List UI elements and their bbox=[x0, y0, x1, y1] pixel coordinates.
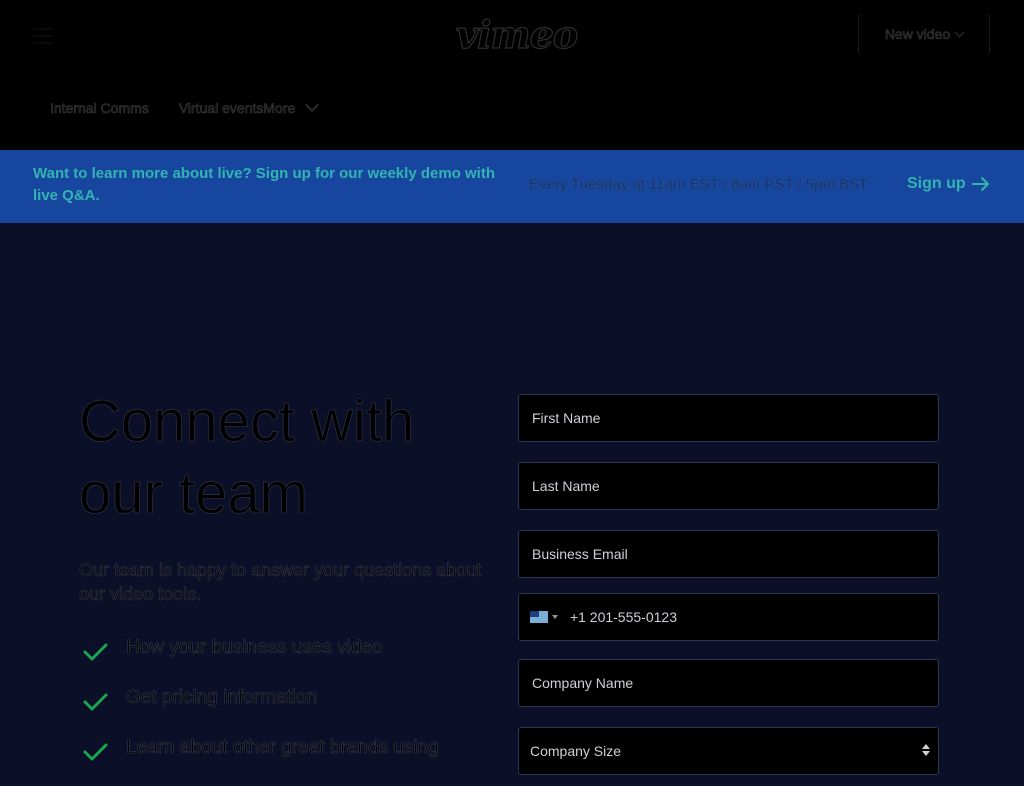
nav-item-more[interactable]: More bbox=[263, 97, 320, 117]
primary-nav: Internal Comms Virtual events More bbox=[50, 97, 320, 117]
business-email-field[interactable] bbox=[518, 530, 939, 578]
checkmark-icon bbox=[83, 643, 108, 661]
benefit-label: How your business uses video bbox=[126, 637, 383, 659]
benefit-label: Learn about other great brands using bbox=[126, 737, 439, 759]
nav-item-virtual-events[interactable]: Virtual events bbox=[179, 100, 264, 117]
phone-field[interactable] bbox=[518, 593, 939, 641]
first-name-input[interactable] bbox=[530, 409, 938, 427]
hamburger-menu-icon[interactable] bbox=[33, 28, 53, 44]
last-name-input[interactable] bbox=[530, 477, 938, 495]
new-video-label: New video bbox=[884, 26, 951, 43]
list-item: Learn about other great brands using bbox=[79, 736, 499, 786]
banner-signup-link[interactable]: Sign up bbox=[907, 175, 990, 193]
intro-text: Our team is happy to answer your questio… bbox=[79, 560, 482, 605]
last-name-field[interactable] bbox=[518, 462, 939, 510]
chevron-down-icon bbox=[954, 27, 965, 37]
arrow-right-icon bbox=[971, 177, 989, 191]
benefit-label: Get pricing information bbox=[126, 687, 318, 709]
company-name-input[interactable] bbox=[530, 674, 938, 692]
phone-input[interactable] bbox=[567, 608, 938, 626]
company-size-label: Company Size bbox=[530, 743, 622, 759]
banner-message: Want to learn more about live? Sign up f… bbox=[33, 165, 495, 204]
checkmark-icon bbox=[83, 743, 108, 761]
caret-down-icon[interactable] bbox=[551, 615, 558, 619]
vimeo-logo[interactable]: vimeo bbox=[455, 10, 578, 60]
site-header: vimeo New video Internal Comms Virtual e… bbox=[0, 0, 1024, 150]
select-arrows-icon bbox=[922, 744, 930, 756]
business-email-input[interactable] bbox=[530, 545, 938, 563]
benefit-list: How your business uses video Get pricing… bbox=[79, 636, 499, 786]
chevron-down-icon bbox=[305, 97, 320, 113]
nav-item-more-label: More bbox=[263, 100, 296, 117]
new-video-button[interactable]: New video bbox=[858, 13, 990, 55]
company-name-field[interactable] bbox=[518, 659, 939, 707]
checkmark-icon bbox=[83, 693, 108, 711]
list-item: How your business uses video bbox=[79, 636, 499, 686]
nav-item-internal-comms[interactable]: Internal Comms bbox=[50, 100, 149, 117]
banner-schedule: Every Tuesday at 11am EST / 8am PST / 5p… bbox=[529, 176, 869, 194]
country-flag-icon[interactable] bbox=[530, 611, 548, 623]
signup-label: Sign up bbox=[907, 175, 966, 192]
list-item: Get pricing information bbox=[79, 686, 499, 736]
page-title: Connect with our team bbox=[79, 389, 415, 527]
first-name-field[interactable] bbox=[518, 394, 939, 442]
